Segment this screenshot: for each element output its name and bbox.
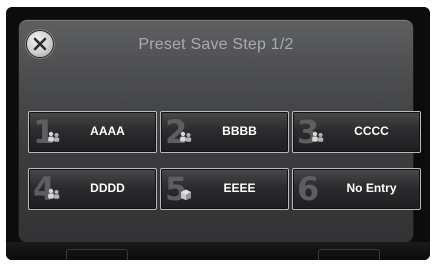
- group-icon: [48, 131, 60, 142]
- preset-label: No Entry: [346, 181, 397, 195]
- preset-label: CCCC: [354, 124, 389, 138]
- preset-number: 6: [297, 170, 320, 208]
- preset-button-4[interactable]: 4 DDDD: [28, 168, 157, 210]
- bottom-bar: [6, 242, 430, 260]
- display-screen: Preset Save Step 1/2 1 AAAA 2 BBBB 3 CCC…: [6, 7, 430, 260]
- preset-button-1[interactable]: 1 AAAA: [28, 111, 157, 153]
- bottom-tab-right: [318, 249, 380, 260]
- preset-label: DDDD: [90, 181, 125, 195]
- preset-save-dialog: Preset Save Step 1/2 1 AAAA 2 BBBB 3 CCC…: [19, 20, 421, 242]
- preset-button-6[interactable]: 6 No Entry: [292, 168, 421, 210]
- group-icon: [312, 131, 324, 142]
- bottom-tab-left: [66, 249, 128, 260]
- group-icon: [48, 188, 60, 199]
- group-icon: [180, 131, 192, 142]
- preset-label: EEEE: [223, 181, 256, 195]
- preset-grid: 1 AAAA 2 BBBB 3 CCCC 4 DDDD 5 EEEE 6 No …: [19, 20, 421, 242]
- preset-label: AAAA: [90, 124, 125, 138]
- box-icon: [181, 189, 191, 200]
- preset-button-3[interactable]: 3 CCCC: [292, 111, 421, 153]
- preset-button-5[interactable]: 5 EEEE: [160, 168, 289, 210]
- preset-button-2[interactable]: 2 BBBB: [160, 111, 289, 153]
- preset-label: BBBB: [222, 124, 257, 138]
